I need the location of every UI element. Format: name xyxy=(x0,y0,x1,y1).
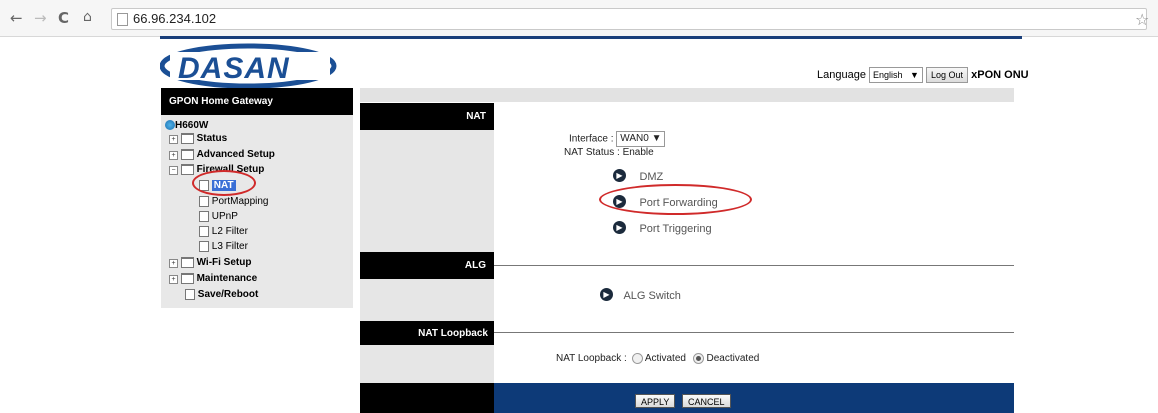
interface-label: Interface xyxy=(569,133,608,145)
forward-arrow-icon[interactable]: → xyxy=(34,10,47,26)
sidebar-item-advanced-setup[interactable]: + Advanced Setup xyxy=(169,149,275,161)
nat-highlight-circle xyxy=(192,170,256,196)
interface-select[interactable]: WAN0 ▼ xyxy=(616,131,666,147)
nat-section-label: NAT xyxy=(360,103,494,130)
folder-icon xyxy=(180,149,194,160)
expand-icon[interactable]: + xyxy=(169,275,178,285)
sidebar-item-label: L2 Filter xyxy=(211,226,248,238)
alg-switch-link-label: ALG Switch xyxy=(623,290,681,302)
dmz-link-label: DMZ xyxy=(639,171,664,183)
nat-loopback-section-label: NAT Loopback xyxy=(360,321,494,345)
port-triggering-link-label: Port Triggering xyxy=(639,223,712,235)
sidebar-item-label: Advanced Setup xyxy=(196,149,275,161)
alg-section-label: ALG xyxy=(360,252,494,279)
reload-icon[interactable]: C xyxy=(58,10,69,26)
logout-button[interactable]: Log Out xyxy=(926,67,969,83)
sidebar-item-l3-filter[interactable]: L3 Filter xyxy=(199,241,248,252)
header-top-line xyxy=(160,36,1022,39)
sidebar-header: GPON Home Gateway xyxy=(161,88,353,115)
nat-loopback-row: NAT Loopback : Activated Deactivated xyxy=(556,353,760,365)
folder-icon xyxy=(180,133,194,144)
footer-label-column xyxy=(360,383,494,413)
sidebar-item-wifi-setup[interactable]: + Wi-Fi Setup xyxy=(169,257,252,269)
alg-switch-link[interactable]: ▶ ALG Switch xyxy=(600,286,681,304)
sidebar-item-label: Status xyxy=(196,133,228,145)
alg-divider xyxy=(494,265,1014,266)
sidebar-item-label: Save/Reboot xyxy=(197,289,259,301)
main-top-strip xyxy=(360,88,1014,102)
dasan-logo: DASAN xyxy=(160,43,337,89)
activated-label: Activated xyxy=(644,353,686,365)
nat-loopback-grey-column xyxy=(360,345,494,383)
sidebar-item-label: Wi-Fi Setup xyxy=(196,257,252,269)
nat-status-row: NAT Status : Enable xyxy=(564,147,654,158)
dmz-link[interactable]: ▶ DMZ xyxy=(613,167,663,185)
apply-button[interactable]: APPLY xyxy=(635,394,676,408)
document-icon xyxy=(185,289,195,300)
bookmark-star-icon[interactable]: ☆ xyxy=(1135,10,1149,29)
sidebar-item-upnp[interactable]: UPnP xyxy=(199,211,238,222)
document-icon xyxy=(199,196,209,207)
document-icon xyxy=(199,226,209,237)
collapse-icon[interactable]: − xyxy=(169,166,178,176)
deactivated-label: Deactivated xyxy=(706,353,760,365)
sidebar-item-label: Maintenance xyxy=(196,273,258,285)
activated-radio[interactable] xyxy=(631,353,643,364)
folder-icon xyxy=(180,273,194,284)
sidebar-title: GPON Home Gateway xyxy=(169,96,273,107)
sidebar-item-maintenance[interactable]: + Maintenance xyxy=(169,273,258,285)
page-icon xyxy=(117,13,128,26)
nat-loopback-label: NAT Loopback xyxy=(556,353,622,365)
home-icon[interactable]: ⌂ xyxy=(83,9,92,25)
tree-root[interactable]: H660W xyxy=(165,120,208,131)
address-bar[interactable]: 66.96.234.102 xyxy=(111,8,1147,30)
sidebar-item-label: L3 Filter xyxy=(211,241,248,253)
alg-grey-column xyxy=(360,279,494,321)
folder-icon xyxy=(180,257,194,268)
sidebar-item-portmapping[interactable]: PortMapping xyxy=(199,196,268,207)
back-arrow-icon[interactable]: ← xyxy=(10,10,23,26)
footer-blue-bar xyxy=(494,383,1014,413)
nat-loopback-section-text: NAT Loopback xyxy=(418,328,488,339)
document-icon xyxy=(199,211,209,222)
nat-status-label: NAT Status xyxy=(564,147,615,158)
language-select[interactable]: English ▼ xyxy=(869,67,923,83)
expand-icon[interactable]: + xyxy=(169,135,178,145)
sidebar-item-label: PortMapping xyxy=(211,196,269,208)
tree-root-label: H660W xyxy=(175,120,209,131)
sidebar-item-status[interactable]: + Status xyxy=(169,133,228,145)
language-row: Language English ▼ Log Out xPON ONU xyxy=(817,67,1029,83)
sidebar-item-save-reboot[interactable]: Save/Reboot xyxy=(185,289,258,300)
port-triggering-link[interactable]: ▶ Port Triggering xyxy=(613,219,712,237)
deactivated-radio[interactable] xyxy=(692,353,704,364)
port-forwarding-highlight-circle xyxy=(599,184,752,215)
alg-section-text: ALG xyxy=(464,260,486,271)
arrow-right-icon: ▶ xyxy=(600,288,613,302)
sidebar-item-label: UPnP xyxy=(211,211,238,223)
nat-loopback-divider xyxy=(494,332,1014,333)
interface-row: Interface : WAN0 ▼ xyxy=(569,131,666,147)
language-label: Language xyxy=(817,68,866,81)
product-label: xPON ONU xyxy=(971,68,1029,81)
expand-icon[interactable]: + xyxy=(169,259,178,269)
browser-toolbar: ← → C ⌂ 66.96.234.102 ☆ xyxy=(0,0,1158,37)
globe-icon xyxy=(165,120,175,131)
sidebar-item-l2-filter[interactable]: L2 Filter xyxy=(199,226,248,237)
document-icon xyxy=(199,241,209,252)
expand-icon[interactable]: + xyxy=(169,151,178,161)
url-text: 66.96.234.102 xyxy=(133,11,217,26)
nat-grey-column xyxy=(360,130,494,252)
logo-text: DASAN xyxy=(178,52,290,85)
nat-status-value: Enable xyxy=(622,147,654,158)
folder-open-icon xyxy=(180,164,194,175)
arrow-right-icon: ▶ xyxy=(613,169,626,183)
nat-section-text: NAT xyxy=(466,111,486,122)
cancel-button[interactable]: CANCEL xyxy=(682,394,731,408)
arrow-right-icon: ▶ xyxy=(613,221,626,235)
